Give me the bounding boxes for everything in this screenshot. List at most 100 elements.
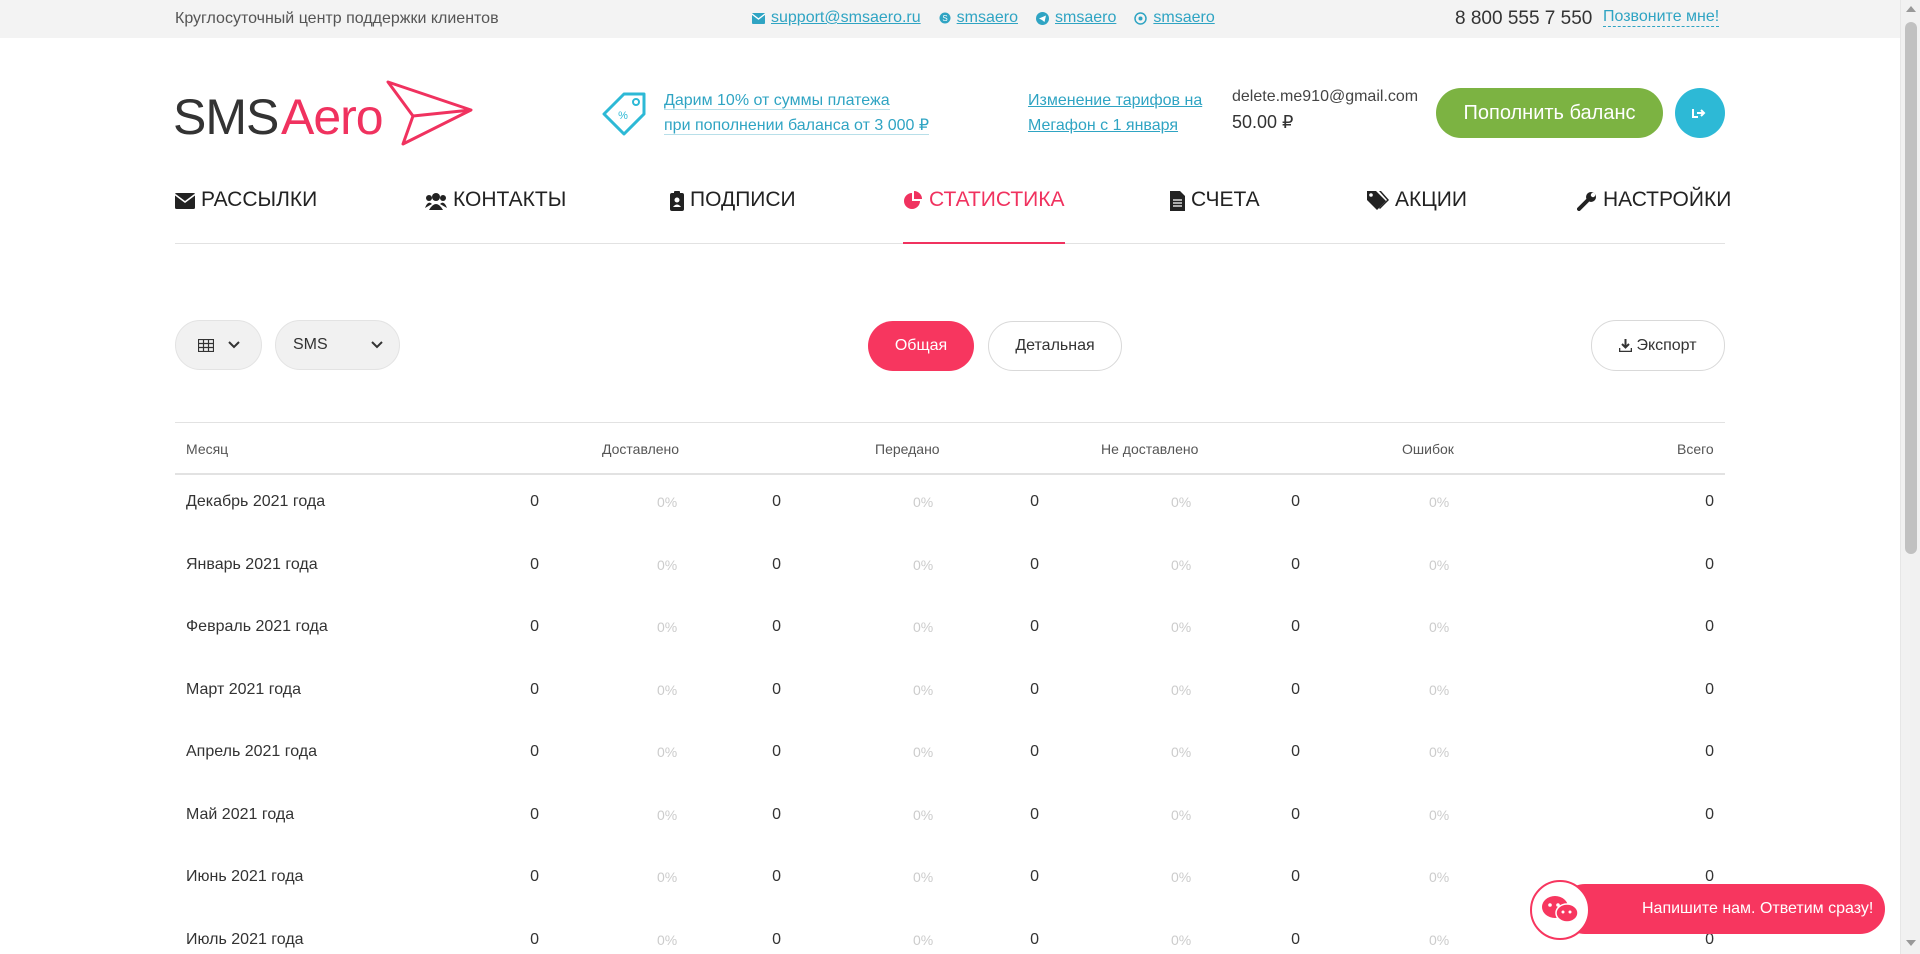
cell-delivered-pct: 0% xyxy=(657,494,678,510)
contact-links: support@smsaero.ru S smsaero smsaero sms… xyxy=(752,9,1215,27)
telegram-icon xyxy=(1036,11,1049,25)
cell-month: Июль 2021 года xyxy=(186,930,304,948)
nav-item-contacts[interactable]: Контакты xyxy=(425,188,566,244)
cell-sent: 0 xyxy=(772,743,781,760)
telegram-link[interactable]: smsaero xyxy=(1036,9,1116,27)
page-scrollbar[interactable] xyxy=(1900,0,1920,954)
cell-errors-pct: 0% xyxy=(1429,806,1450,823)
tab-detailed-button[interactable]: Детальная xyxy=(988,321,1122,371)
cell-sent-pct: 0% xyxy=(913,681,934,698)
cell-errors: 0 xyxy=(1291,805,1300,823)
channel-select[interactable]: SMS xyxy=(275,320,400,370)
nav-item-statistics[interactable]: Статистика xyxy=(903,188,1065,244)
chat-button[interactable]: Напишите нам. Ответим сразу! xyxy=(1560,884,1885,934)
cell-total: 0 xyxy=(1705,743,1714,760)
tags-icon xyxy=(1367,191,1389,210)
users-icon xyxy=(425,193,447,210)
tab-general-button[interactable]: Общая xyxy=(868,321,974,371)
svg-text:%: % xyxy=(618,110,628,122)
cell-month: Май 2021 года xyxy=(186,805,295,823)
cell-errors-pct: 0% xyxy=(1429,619,1450,635)
cell-month: Июнь 2021 года xyxy=(186,868,304,885)
cell-undelivered: 0 xyxy=(1030,493,1039,510)
statistics-table: Месяц Доставлено Передано Не доставлено … xyxy=(175,422,1725,954)
cell-errors: 0 xyxy=(1291,493,1300,510)
download-icon xyxy=(1619,339,1633,352)
top-bar: Круглосуточный центр поддержки клиентов … xyxy=(0,0,1900,38)
cell-sent: 0 xyxy=(772,868,781,885)
account-info: delete.me910@gmail.com 50.00 ₽ xyxy=(1232,88,1418,133)
view-mode-select[interactable] xyxy=(175,320,262,370)
account-email: delete.me910@gmail.com xyxy=(1232,88,1419,105)
main-nav: Рассылки Контакты Подписи Статистика Сче… xyxy=(175,188,1731,244)
cell-delivered: 0 xyxy=(530,930,539,948)
cell-undelivered-pct: 0% xyxy=(1171,681,1192,698)
account-balance: 50.00 ₽ xyxy=(1232,112,1294,132)
cell-month: Декабрь 2021 года xyxy=(186,493,326,510)
cell-errors-pct: 0% xyxy=(1429,494,1450,510)
cell-sent: 0 xyxy=(772,618,781,635)
col-month: Месяц xyxy=(186,441,229,457)
cell-undelivered-pct: 0% xyxy=(1171,619,1192,635)
cell-errors-pct: 0% xyxy=(1429,931,1450,948)
scrollbar-thumb[interactable] xyxy=(1905,22,1917,554)
chevron-down-icon xyxy=(227,341,240,349)
phone-number: 8 800 555 7 550 xyxy=(1455,8,1593,29)
cell-delivered: 0 xyxy=(530,555,539,573)
promo-banner[interactable]: % Дарим 10% от суммы платежа при пополне… xyxy=(598,88,930,140)
cell-delivered-pct: 0% xyxy=(657,806,678,823)
callback-link[interactable]: Позвоните мне! xyxy=(1603,8,1720,27)
scroll-down-arrow-icon[interactable] xyxy=(1906,940,1916,946)
nav-item-invoices[interactable]: Счета xyxy=(1170,188,1260,244)
cell-total: 0 xyxy=(1705,618,1714,635)
cell-delivered-pct: 0% xyxy=(657,744,678,760)
nav-item-signatures[interactable]: Подписи xyxy=(670,188,796,244)
cell-sent: 0 xyxy=(772,680,781,698)
cell-undelivered-pct: 0% xyxy=(1171,869,1192,885)
chat-bubble[interactable] xyxy=(1530,880,1590,940)
cell-undelivered: 0 xyxy=(1030,930,1039,948)
paper-plane-icon xyxy=(386,80,473,146)
cell-sent: 0 xyxy=(772,555,781,573)
logo[interactable]: SMS Aero xyxy=(173,80,473,150)
skype-link[interactable]: S smsaero xyxy=(939,9,1018,27)
scroll-up-arrow-icon[interactable] xyxy=(1906,6,1916,12)
whatsapp-link[interactable]: smsaero xyxy=(1134,9,1215,27)
cell-sent-pct: 0% xyxy=(913,931,934,948)
export-button[interactable]: Экспорт xyxy=(1591,320,1725,371)
promo-line-1[interactable]: Дарим 10% от суммы платежа xyxy=(664,92,890,110)
cell-sent-pct: 0% xyxy=(913,556,934,573)
cell-sent: 0 xyxy=(772,930,781,948)
pie-chart-icon xyxy=(904,191,922,209)
table-header: Месяц Доставлено Передано Не доставлено … xyxy=(175,423,1725,475)
cell-delivered: 0 xyxy=(530,618,539,635)
tariff-news-link[interactable]: Изменение тарифов на Мегафон с 1 января xyxy=(1028,88,1202,138)
cell-total: 0 xyxy=(1705,805,1714,823)
table-icon xyxy=(197,338,214,352)
col-errors: Ошибок xyxy=(1402,441,1454,457)
table-row: Февраль 2021 года 0 0% 0 0% 0 0% 0 0% 0 xyxy=(175,600,1725,663)
whatsapp-icon xyxy=(1134,11,1148,25)
email-link[interactable]: support@smsaero.ru xyxy=(752,9,921,27)
chat-widget[interactable]: Напишите нам. Ответим сразу! xyxy=(1530,880,1885,940)
top-up-balance-button[interactable]: Пополнить баланс xyxy=(1436,88,1663,138)
nav-item-settings[interactable]: Настройки xyxy=(1577,188,1731,244)
cell-undelivered-pct: 0% xyxy=(1171,556,1192,573)
cell-undelivered: 0 xyxy=(1030,868,1039,885)
cell-errors: 0 xyxy=(1291,618,1300,635)
nav-item-promotions[interactable]: Акции xyxy=(1367,188,1467,244)
chat-icon xyxy=(1542,896,1579,923)
table-row: Апрель 2021 года 0 0% 0 0% 0 0% 0 0% 0 xyxy=(175,725,1725,788)
cell-month: Февраль 2021 года xyxy=(186,618,328,635)
cell-undelivered: 0 xyxy=(1030,805,1039,823)
svg-text:S: S xyxy=(942,14,947,23)
nav-item-mailings[interactable]: Рассылки xyxy=(175,188,317,244)
cell-sent-pct: 0% xyxy=(913,619,934,635)
cell-total: 0 xyxy=(1705,493,1714,510)
table-row: Май 2021 года 0 0% 0 0% 0 0% 0 0% 0 xyxy=(175,788,1725,851)
logout-button[interactable] xyxy=(1675,88,1725,138)
promo-line-2[interactable]: при пополнении баланса от 3 000 ₽ xyxy=(664,117,930,135)
cell-undelivered: 0 xyxy=(1030,555,1039,573)
cell-sent-pct: 0% xyxy=(913,806,934,823)
cell-undelivered: 0 xyxy=(1030,618,1039,635)
